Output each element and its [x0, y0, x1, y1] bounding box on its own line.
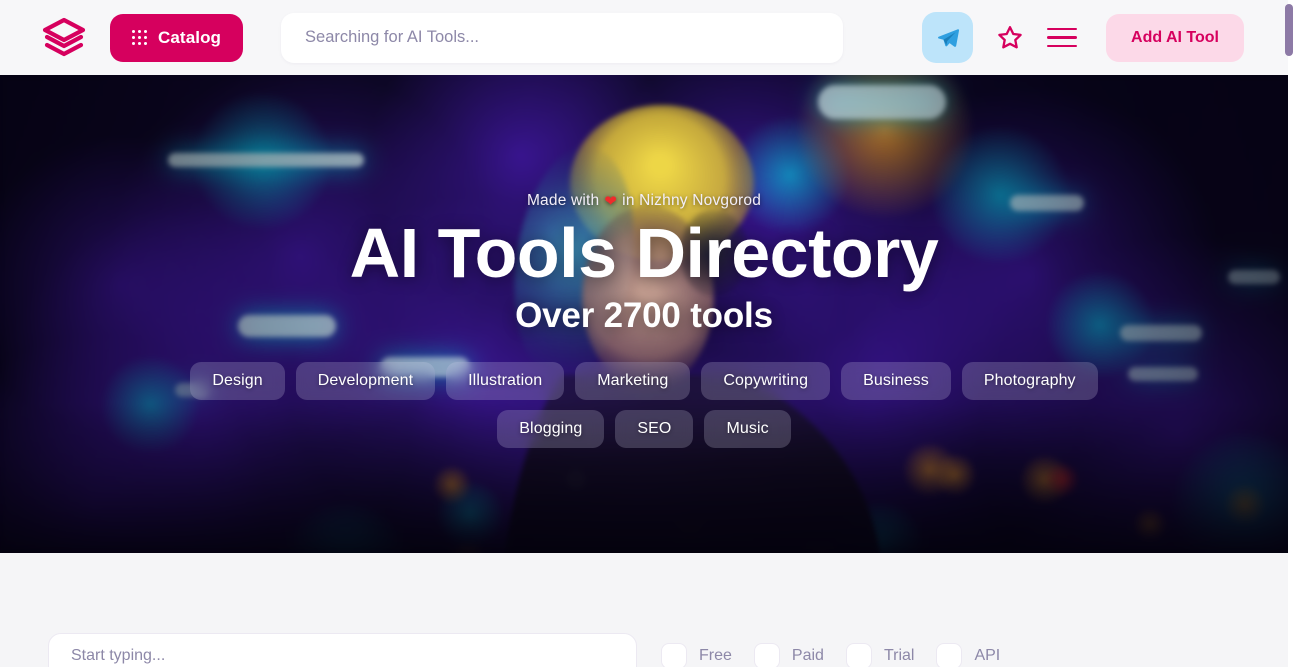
filter-checkbox-label: Trial	[883, 647, 915, 664]
filter-checkbox-label: Free	[699, 647, 732, 664]
grid-dots-icon	[132, 30, 147, 45]
catalog-button-label: Catalog	[158, 27, 222, 47]
category-tag-row: Blogging SEO Music	[194, 409, 1094, 448]
stacked-layers-icon	[42, 17, 86, 56]
filter-checkbox-label: API	[974, 647, 1001, 664]
category-tag[interactable]: Photography	[961, 361, 1098, 400]
made-with-prefix: Made with	[526, 192, 600, 209]
made-with-tagline: Made with ❤ in Nizhny Novgorod	[527, 192, 761, 210]
telegram-paper-plane-icon	[937, 28, 959, 47]
category-tag[interactable]: Illustration	[446, 361, 565, 400]
filter-panel: Free Paid Trial API	[0, 553, 1288, 667]
hero-subtitle: Over 2700 tools	[515, 295, 773, 335]
category-tag[interactable]: Music	[704, 409, 791, 448]
scrollbar-thumb[interactable]	[1285, 4, 1293, 56]
filter-checkbox-api[interactable]: API	[936, 643, 1000, 667]
telegram-button[interactable]	[922, 12, 974, 63]
header-actions: Add AI Tool	[922, 12, 1288, 63]
add-ai-tool-button[interactable]: Add AI Tool	[1106, 13, 1244, 62]
filter-checkbox-label: Paid	[791, 647, 824, 664]
category-tag[interactable]: Business	[841, 361, 951, 400]
star-outline-icon	[998, 25, 1022, 48]
hamburger-menu-icon	[1047, 27, 1078, 48]
made-with-suffix: in Nizhny Novgorod	[622, 192, 762, 209]
category-tag-list: Design Development Illustration Marketing Co…	[190, 361, 1098, 458]
favorites-button[interactable]	[988, 16, 1032, 60]
checkbox-icon[interactable]	[661, 643, 687, 667]
hero-banner: Made with ❤ in Nizhny Novgorod AI Tools …	[0, 75, 1288, 553]
category-tag[interactable]: Development	[295, 361, 436, 400]
category-tag[interactable]: Marketing	[575, 361, 691, 400]
checkbox-icon[interactable]	[845, 643, 872, 667]
category-tag-row: Design Development Illustration Marketing Co…	[190, 361, 1098, 400]
category-tag[interactable]: SEO	[615, 409, 694, 448]
category-tag[interactable]: Copywriting	[701, 361, 831, 400]
heart-icon: ❤	[604, 193, 618, 210]
filter-checkbox-paid[interactable]: Paid	[753, 643, 824, 667]
site-header: Catalog Add AI Tool	[0, 0, 1288, 75]
filter-checkbox-free[interactable]: Free	[661, 643, 732, 667]
scrollbar-track[interactable]	[1288, 0, 1294, 667]
search-input[interactable]	[281, 12, 844, 63]
category-tag[interactable]: Blogging	[497, 409, 605, 448]
filter-checkbox-trial[interactable]: Trial	[845, 643, 915, 667]
filter-bar: Free Paid Trial API	[48, 633, 1022, 667]
page-root: Catalog Add AI Tool	[0, 0, 1294, 667]
checkbox-icon[interactable]	[936, 643, 963, 667]
catalog-button[interactable]: Catalog	[110, 13, 244, 62]
hero-content: Made with ❤ in Nizhny Novgorod AI Tools …	[0, 75, 1288, 553]
site-logo[interactable]	[38, 14, 90, 62]
checkbox-icon[interactable]	[753, 643, 780, 667]
page-title: AI Tools Directory	[349, 214, 939, 292]
filter-checkbox-group: Free Paid Trial API	[661, 643, 1022, 667]
menu-button[interactable]	[1040, 16, 1084, 60]
category-tag[interactable]: Design	[190, 361, 285, 400]
filter-search-input[interactable]	[48, 633, 637, 667]
